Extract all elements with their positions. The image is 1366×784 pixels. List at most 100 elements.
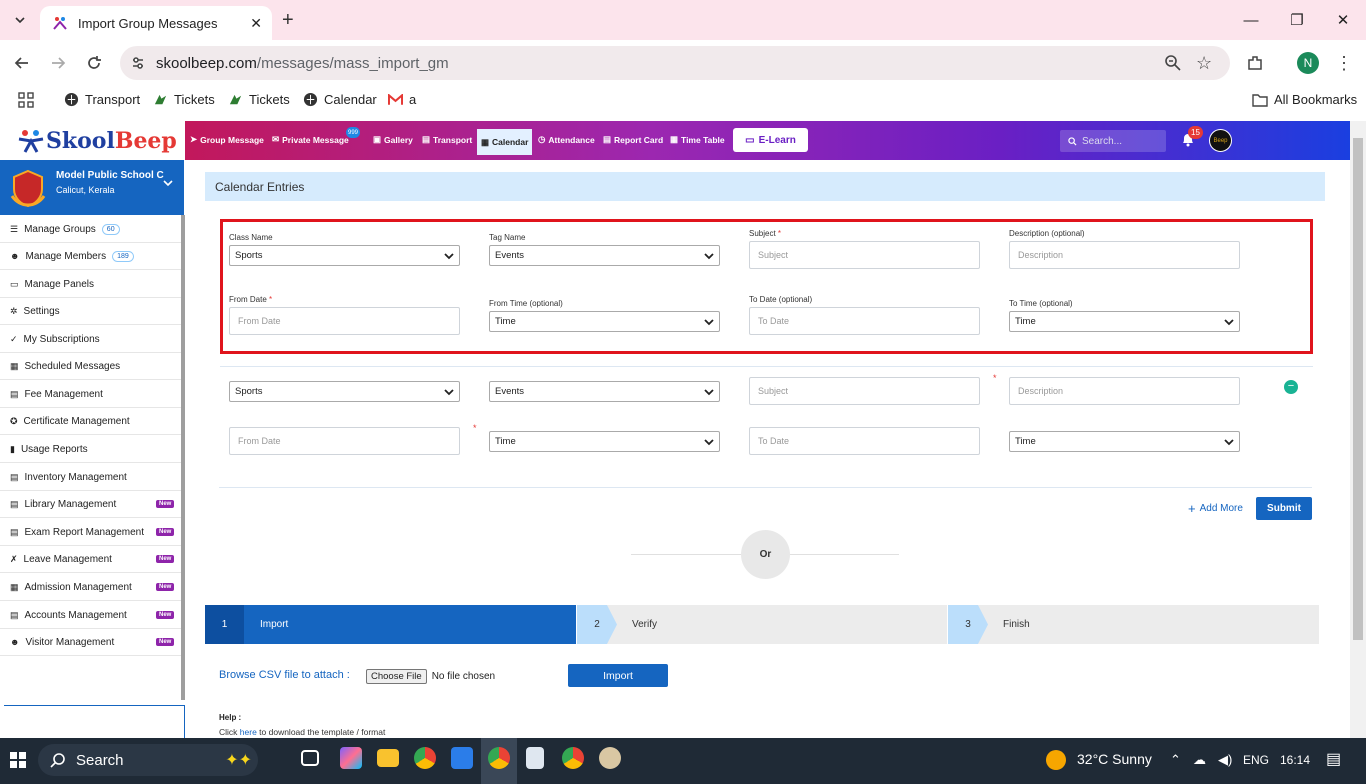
add-more-link[interactable]: + Add More — [1188, 501, 1243, 516]
top-search-input[interactable]: Search... — [1060, 130, 1166, 152]
sidebar-item-inventory-management[interactable]: ▤ Inventory Management — [0, 464, 181, 491]
tag-name-select[interactable]: Events — [489, 245, 720, 266]
to-time-select-2[interactable]: Time — [1009, 431, 1240, 452]
profile-avatar[interactable]: N — [1297, 52, 1319, 74]
sidebar-item-library-management[interactable]: ▤ Library Management New — [0, 491, 181, 518]
forward-icon[interactable] — [48, 53, 68, 73]
nav-private-message[interactable]: ✉ Private Message — [272, 134, 349, 145]
bookmark-star-icon[interactable]: ☆ — [1196, 53, 1212, 74]
sidebar-scrollbar[interactable] — [181, 215, 185, 700]
bookmark-transport[interactable]: Transport — [64, 92, 140, 107]
paint-icon[interactable] — [599, 747, 621, 769]
nav-report-card[interactable]: ▤ Report Card — [603, 134, 663, 145]
user-avatar[interactable]: Beep — [1209, 129, 1232, 152]
chrome-icon[interactable] — [414, 747, 436, 769]
back-icon[interactable] — [12, 53, 32, 73]
restore-icon[interactable]: ❐ — [1287, 10, 1307, 30]
description-input[interactable]: Description — [1009, 241, 1240, 269]
tag-name-select-2[interactable]: Events — [489, 381, 720, 402]
sidebar-item-settings[interactable]: ✲ Settings — [0, 298, 181, 325]
sidebar-item-label: Library Management — [24, 498, 117, 510]
weather-text[interactable]: 32°C Sunny — [1077, 751, 1152, 767]
sidebar-item-fee-management[interactable]: ▤ Fee Management — [0, 381, 181, 408]
from-time-select-2[interactable]: Time — [489, 431, 720, 452]
choose-file-button[interactable]: Choose File — [366, 669, 427, 684]
from-date-input-2[interactable]: From Date — [229, 427, 460, 455]
from-time-select[interactable]: Time — [489, 311, 720, 332]
scrollbar-thumb[interactable] — [1353, 138, 1363, 640]
nav-calendar[interactable]: ▦ Calendar — [477, 129, 533, 155]
close-window-icon[interactable]: ✕ — [1333, 10, 1353, 30]
sidebar-item-my-subscriptions[interactable]: ✓ My Subscriptions — [0, 326, 181, 353]
sidebar-item-manage-panels[interactable]: ▭ Manage Panels — [0, 271, 181, 298]
url-bar[interactable]: skoolbeep.com/messages/mass_import_gm ☆ — [120, 46, 1230, 80]
subject-input-2[interactable]: Subject — [749, 377, 980, 405]
browser-tab[interactable]: Import Group Messages ✕ — [40, 6, 272, 40]
subject-input[interactable]: Subject — [749, 241, 980, 269]
clock[interactable]: 16:14 — [1280, 753, 1310, 767]
sidebar-item-certificate-management[interactable]: ✪ Certificate Management — [0, 408, 181, 435]
zoom-icon[interactable] — [1164, 54, 1181, 71]
sidebar-item-scheduled-messages[interactable]: ▦ Scheduled Messages — [0, 353, 181, 380]
template-download-link[interactable]: here — [240, 727, 257, 737]
file-input[interactable]: Choose File No file chosen — [366, 669, 495, 684]
new-badge: New — [156, 500, 175, 508]
sidebar-item-manage-groups[interactable]: ☰ Manage Groups 60 — [0, 216, 181, 243]
sidebar-item-exam-report-management[interactable]: ▤ Exam Report Management New — [0, 519, 181, 546]
sidebar-item-admission-management[interactable]: ▦ Admission Management New — [0, 574, 181, 601]
bookmark-tickets-1[interactable]: Tickets — [153, 92, 215, 107]
import-button[interactable]: Import — [568, 664, 668, 687]
nav-attendance[interactable]: ◷ Attendance — [538, 134, 595, 145]
file-explorer-icon[interactable] — [377, 749, 399, 767]
skoolbeep-logo[interactable]: Skool Beep — [0, 121, 185, 160]
to-date-input-2[interactable]: To Date — [749, 427, 980, 455]
volume-icon[interactable]: ◀) — [1218, 752, 1232, 768]
all-bookmarks[interactable]: All Bookmarks — [1252, 92, 1357, 107]
close-tab-icon[interactable]: ✕ — [250, 15, 262, 32]
chevron-down-icon[interactable] — [163, 178, 173, 188]
extensions-icon[interactable] — [1245, 53, 1265, 73]
nav-time-table[interactable]: ▦ Time Table — [670, 134, 725, 145]
apps-grid-icon[interactable] — [18, 92, 34, 108]
submit-button[interactable]: Submit — [1256, 497, 1312, 520]
class-name-select[interactable]: Sports — [229, 245, 460, 266]
new-tab-icon[interactable]: + — [282, 10, 294, 30]
reload-icon[interactable] — [84, 53, 104, 73]
language-indicator[interactable]: ENG — [1243, 753, 1269, 767]
chevron-up-icon[interactable]: ⌃ — [1170, 752, 1181, 768]
to-time-select[interactable]: Time — [1009, 311, 1240, 332]
nav-transport[interactable]: ▤ Transport — [422, 134, 472, 145]
chrome-menu-icon[interactable]: ⋮ — [1334, 53, 1354, 73]
task-view-icon[interactable] — [301, 750, 319, 766]
notepad-icon[interactable] — [526, 747, 544, 769]
chrome-active-icon[interactable] — [488, 747, 510, 769]
sidebar-item-visitor-management[interactable]: ☻ Visitor Management New — [0, 629, 181, 656]
sidebar-item-manage-members[interactable]: ☻ Manage Members 189 — [0, 243, 181, 270]
nav-group-message[interactable]: ➤ Group Message — [190, 134, 264, 145]
elearn-button[interactable]: ▭ E-Learn — [733, 128, 808, 152]
to-date-input[interactable]: To Date — [749, 307, 980, 335]
network-icon[interactable]: ☁ — [1193, 752, 1206, 768]
copilot-icon[interactable] — [340, 747, 362, 769]
nav-gallery[interactable]: ▣ Gallery — [373, 134, 413, 145]
store-icon[interactable] — [451, 747, 473, 769]
bookmark-calendar[interactable]: Calendar — [303, 92, 377, 107]
site-info-icon[interactable] — [130, 55, 146, 71]
minimize-icon[interactable]: — — [1241, 10, 1261, 30]
from-date-input[interactable]: From Date — [229, 307, 460, 335]
school-selector[interactable]: Model Public School C Calicut, Kerala — [0, 160, 184, 215]
sidebar-item-leave-management[interactable]: ✗ Leave Management New — [0, 546, 181, 573]
remove-row-icon[interactable]: − — [1284, 380, 1298, 394]
chrome-profile-icon[interactable] — [562, 747, 584, 769]
windows-start-icon[interactable] — [10, 752, 26, 768]
taskbar-search[interactable]: Search ✦✦ — [38, 744, 258, 776]
description-input-2[interactable]: Description — [1009, 377, 1240, 405]
sidebar-item-accounts-management[interactable]: ▤ Accounts Management New — [0, 602, 181, 629]
notification-center-icon[interactable]: ▤ — [1326, 749, 1341, 769]
bookmark-tickets-2[interactable]: Tickets — [228, 92, 290, 107]
tab-search-icon[interactable] — [8, 8, 32, 32]
page-scrollbar[interactable] — [1350, 121, 1366, 738]
class-name-select-2[interactable]: Sports — [229, 381, 460, 402]
bookmark-gmail[interactable]: a — [388, 92, 416, 107]
sidebar-item-usage-reports[interactable]: ▮ Usage Reports — [0, 436, 181, 463]
